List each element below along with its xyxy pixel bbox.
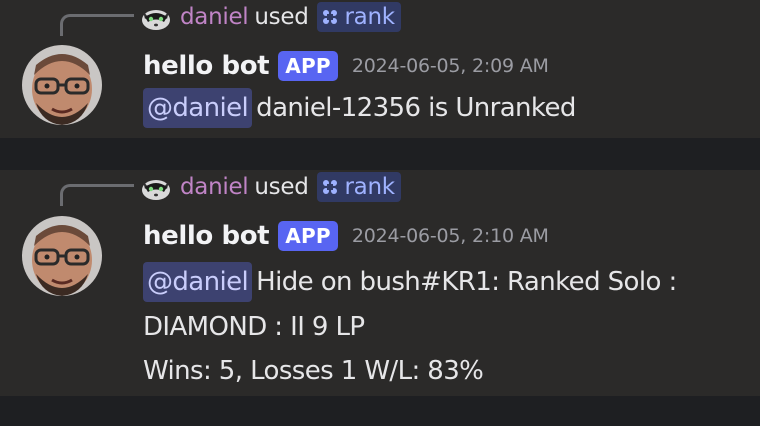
- message-2: daniel used rank hello bot APP 2024-06-0…: [0, 170, 760, 396]
- app-command-icon: [322, 10, 337, 24]
- command-name: rank: [344, 4, 396, 30]
- bot-avatar[interactable]: [22, 216, 102, 296]
- reply-used-text: used: [254, 4, 309, 30]
- app-command-icon: [322, 180, 337, 194]
- command-chip[interactable]: rank: [316, 2, 401, 32]
- reply-connector: [60, 184, 134, 206]
- mention[interactable]: @daniel: [143, 88, 253, 128]
- app-badge: APP: [278, 51, 338, 81]
- face-avatar-icon: [22, 45, 102, 125]
- timestamp[interactable]: 2024-06-05, 2:09 AM: [352, 55, 549, 77]
- app-badge: APP: [278, 221, 338, 251]
- message-content-line-2: DIAMOND : II 9 LP: [143, 307, 365, 347]
- author-name[interactable]: hello bot: [143, 221, 270, 251]
- mention[interactable]: @daniel: [143, 262, 253, 302]
- message-content-line-3: Wins: 5, Losses 1 W/L: 83%: [143, 351, 484, 391]
- command-name: rank: [344, 174, 396, 200]
- bot-avatar[interactable]: [22, 45, 102, 125]
- message-text: daniel-12356 is Unranked: [256, 93, 576, 123]
- reply-context[interactable]: daniel used rank: [140, 2, 401, 32]
- reply-connector: [60, 14, 134, 36]
- face-avatar-icon: [22, 216, 102, 296]
- command-chip[interactable]: rank: [316, 172, 401, 202]
- message-1: daniel used rank hello bot APP 2024-06-0…: [0, 0, 760, 138]
- timestamp[interactable]: 2024-06-05, 2:10 AM: [352, 225, 549, 247]
- message-text: Wins: 5, Losses 1 W/L: 83%: [143, 356, 484, 386]
- message-content: @daniel daniel-12356 is Unranked: [143, 88, 576, 128]
- message-content-line-1: @daniel Hide on bush#KR1: Ranked Solo :: [143, 262, 677, 302]
- reply-username[interactable]: daniel: [180, 174, 249, 200]
- message-text: Hide on bush#KR1: Ranked Solo :: [256, 267, 677, 297]
- raccoon-avatar-icon[interactable]: [140, 3, 172, 31]
- message-header: hello bot APP 2024-06-05, 2:10 AM: [143, 216, 549, 256]
- reply-used-text: used: [254, 174, 309, 200]
- author-name[interactable]: hello bot: [143, 51, 270, 81]
- message-text: DIAMOND : II 9 LP: [143, 312, 365, 342]
- reply-username[interactable]: daniel: [180, 4, 249, 30]
- raccoon-avatar-icon[interactable]: [140, 173, 172, 201]
- message-header: hello bot APP 2024-06-05, 2:09 AM: [143, 46, 549, 86]
- reply-context[interactable]: daniel used rank: [140, 172, 401, 202]
